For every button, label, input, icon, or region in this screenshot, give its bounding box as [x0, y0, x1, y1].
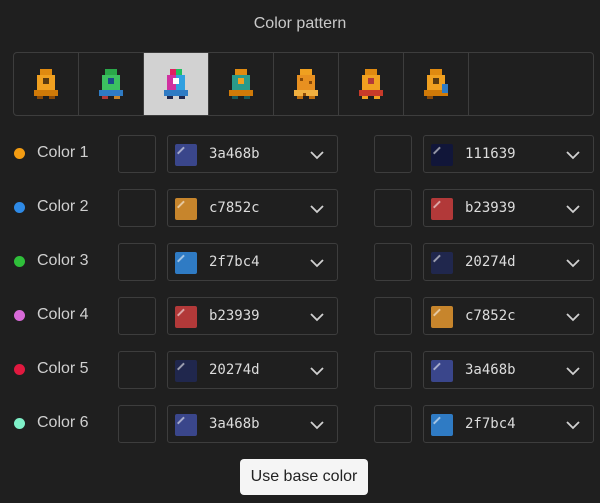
right-color-select[interactable]: 3a468b — [423, 351, 594, 389]
right-swatch-box[interactable] — [374, 351, 412, 389]
left-color-select[interactable]: 2f7bc4 — [167, 243, 338, 281]
right-color-select[interactable]: 20274d — [423, 243, 594, 281]
chevron-down-icon — [566, 151, 580, 160]
color-row-2: Color 2 c7852c b23939 — [0, 189, 600, 227]
color-chip — [175, 360, 197, 382]
left-color-select[interactable]: 20274d — [167, 351, 338, 389]
hex-value: 111639 — [465, 146, 516, 162]
color-dot — [14, 364, 25, 375]
color-row-5: Color 5 20274d 3a468b — [0, 351, 600, 389]
pattern-empty-area — [469, 53, 593, 115]
color-chip — [431, 306, 453, 328]
color-dot — [14, 256, 25, 267]
hex-value: b23939 — [465, 200, 516, 216]
hex-value: c7852c — [209, 200, 260, 216]
color-chip — [175, 144, 197, 166]
color-label: Color 2 — [37, 198, 89, 215]
use-base-color-button[interactable]: Use base color — [240, 459, 368, 495]
chevron-down-icon — [310, 421, 324, 430]
hex-value: 2f7bc4 — [209, 254, 260, 270]
pattern-option-3[interactable] — [144, 53, 209, 115]
right-swatch-box[interactable] — [374, 405, 412, 443]
left-swatch-box[interactable] — [118, 351, 156, 389]
sprite-green-blue-pattern-icon — [99, 69, 123, 99]
hex-value: 3a468b — [209, 416, 260, 432]
sprite-orange-red-pattern-icon — [359, 69, 383, 99]
color-chip — [431, 360, 453, 382]
color-chip — [431, 414, 453, 436]
hex-value: 3a468b — [465, 362, 516, 378]
left-swatch-box[interactable] — [118, 243, 156, 281]
left-swatch-box[interactable] — [118, 189, 156, 227]
right-color-select[interactable]: 2f7bc4 — [423, 405, 594, 443]
chevron-down-icon — [310, 151, 324, 160]
sprite-rainbow-pattern-icon — [164, 69, 188, 99]
left-color-select[interactable]: 3a468b — [167, 135, 338, 173]
left-color-select[interactable]: 3a468b — [167, 405, 338, 443]
hex-value: 3a468b — [209, 146, 260, 162]
color-label: Color 1 — [37, 144, 89, 161]
pattern-option-1[interactable] — [14, 53, 79, 115]
chevron-down-icon — [566, 367, 580, 376]
chevron-down-icon — [566, 205, 580, 214]
chevron-down-icon — [566, 259, 580, 268]
chevron-down-icon — [566, 313, 580, 322]
chevron-down-icon — [310, 313, 324, 322]
sprite-orange-spotted-pattern-icon — [294, 69, 318, 99]
left-swatch-box[interactable] — [118, 405, 156, 443]
chevron-down-icon — [310, 367, 324, 376]
color-dot — [14, 148, 25, 159]
color-chip — [431, 252, 453, 274]
color-label: Color 3 — [37, 252, 89, 269]
panel-title: Color pattern — [253, 15, 347, 32]
color-chip — [431, 144, 453, 166]
color-chip — [175, 252, 197, 274]
color-row-4: Color 4 b23939 c7852c — [0, 297, 600, 335]
pattern-option-6[interactable] — [339, 53, 404, 115]
right-swatch-box[interactable] — [374, 189, 412, 227]
color-dot — [14, 418, 25, 429]
left-swatch-box[interactable] — [118, 297, 156, 335]
hex-value: c7852c — [465, 308, 516, 324]
right-swatch-box[interactable] — [374, 243, 412, 281]
sprite-orange-teal-pattern-icon — [229, 69, 253, 99]
color-chip — [175, 198, 197, 220]
pattern-option-5[interactable] — [274, 53, 339, 115]
color-chip — [175, 414, 197, 436]
color-label: Color 4 — [37, 306, 89, 323]
pattern-option-2[interactable] — [79, 53, 144, 115]
chevron-down-icon — [310, 205, 324, 214]
chevron-down-icon — [566, 421, 580, 430]
hex-value: 2f7bc4 — [465, 416, 516, 432]
left-swatch-box[interactable] — [118, 135, 156, 173]
right-swatch-box[interactable] — [374, 297, 412, 335]
color-row-6: Color 6 3a468b 2f7bc4 — [0, 405, 600, 443]
right-color-select[interactable]: c7852c — [423, 297, 594, 335]
sprite-orange-pattern-icon — [34, 69, 58, 99]
sprite-orange-blue-pattern-icon — [424, 69, 448, 99]
pattern-option-4[interactable] — [209, 53, 274, 115]
left-color-select[interactable]: b23939 — [167, 297, 338, 335]
hex-value: 20274d — [465, 254, 516, 270]
pattern-selector — [13, 52, 594, 116]
color-label: Color 5 — [37, 360, 89, 377]
hex-value: b23939 — [209, 308, 260, 324]
color-label: Color 6 — [37, 414, 89, 431]
hex-value: 20274d — [209, 362, 260, 378]
pattern-option-7[interactable] — [404, 53, 469, 115]
right-color-select[interactable]: b23939 — [423, 189, 594, 227]
color-dot — [14, 310, 25, 321]
right-color-select[interactable]: 111639 — [423, 135, 594, 173]
color-chip — [431, 198, 453, 220]
color-chip — [175, 306, 197, 328]
color-row-1: Color 1 3a468b 111639 — [0, 135, 600, 173]
color-dot — [14, 202, 25, 213]
right-swatch-box[interactable] — [374, 135, 412, 173]
chevron-down-icon — [310, 259, 324, 268]
color-row-3: Color 3 2f7bc4 20274d — [0, 243, 600, 281]
left-color-select[interactable]: c7852c — [167, 189, 338, 227]
